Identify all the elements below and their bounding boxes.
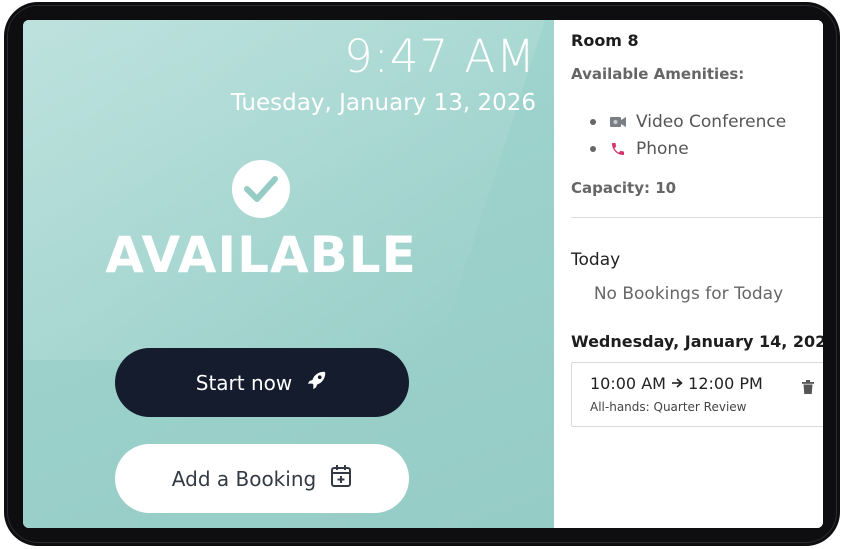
status-label: AVAILABLE [105, 226, 417, 284]
divider [571, 217, 823, 218]
amenity-label: Video Conference [636, 111, 787, 132]
booking-time: 10:00 AM 12:00 PM [590, 374, 763, 393]
status-panel: 9:47 AM Tuesday, January 13, 2026 AVAILA… [23, 20, 554, 528]
no-bookings-message: No Bookings for Today [593, 284, 784, 304]
next-day-heading: Wednesday, January 14, 2026 [571, 332, 823, 351]
today-heading: Today [571, 250, 621, 270]
booking-card[interactable]: 10:00 AM 12:00 PM All-hands: Quarter Rev… [571, 362, 823, 427]
clock-date: Tuesday, January 13, 2026 [230, 90, 536, 116]
list-item: Video Conference [590, 108, 786, 135]
booking-start: 10:00 AM [590, 374, 666, 393]
list-item: Phone [590, 135, 786, 162]
start-now-label: Start now [195, 370, 293, 395]
trash-icon[interactable] [802, 379, 816, 395]
start-now-button[interactable]: Start now [115, 348, 409, 417]
tablet-frame: 9:47 AM Tuesday, January 13, 2026 AVAILA… [4, 2, 840, 546]
video-conference-icon [609, 113, 627, 131]
booking-title: All-hands: Quarter Review [590, 400, 747, 414]
calendar-plus-icon [330, 464, 352, 493]
add-booking-label: Add a Booking [171, 466, 317, 491]
arrow-right-icon [671, 374, 688, 393]
phone-icon [609, 140, 627, 158]
check-circle-icon [232, 160, 290, 218]
booking-end: 12:00 PM [688, 374, 763, 393]
amenity-label: Phone [636, 138, 689, 159]
add-booking-button[interactable]: Add a Booking [115, 444, 409, 513]
amenities-list: Video Conference Phone [590, 108, 786, 162]
room-details-panel: Room 8 Available Amenities: Video Confer… [554, 20, 823, 528]
room-capacity: Capacity: 10 [571, 179, 677, 197]
clock-time: 9:47 AM [344, 30, 536, 83]
amenities-heading: Available Amenities: [571, 65, 745, 83]
room-name: Room 8 [571, 31, 639, 50]
room-display-screen: 9:47 AM Tuesday, January 13, 2026 AVAILA… [23, 20, 823, 528]
rocket-icon [306, 369, 328, 396]
